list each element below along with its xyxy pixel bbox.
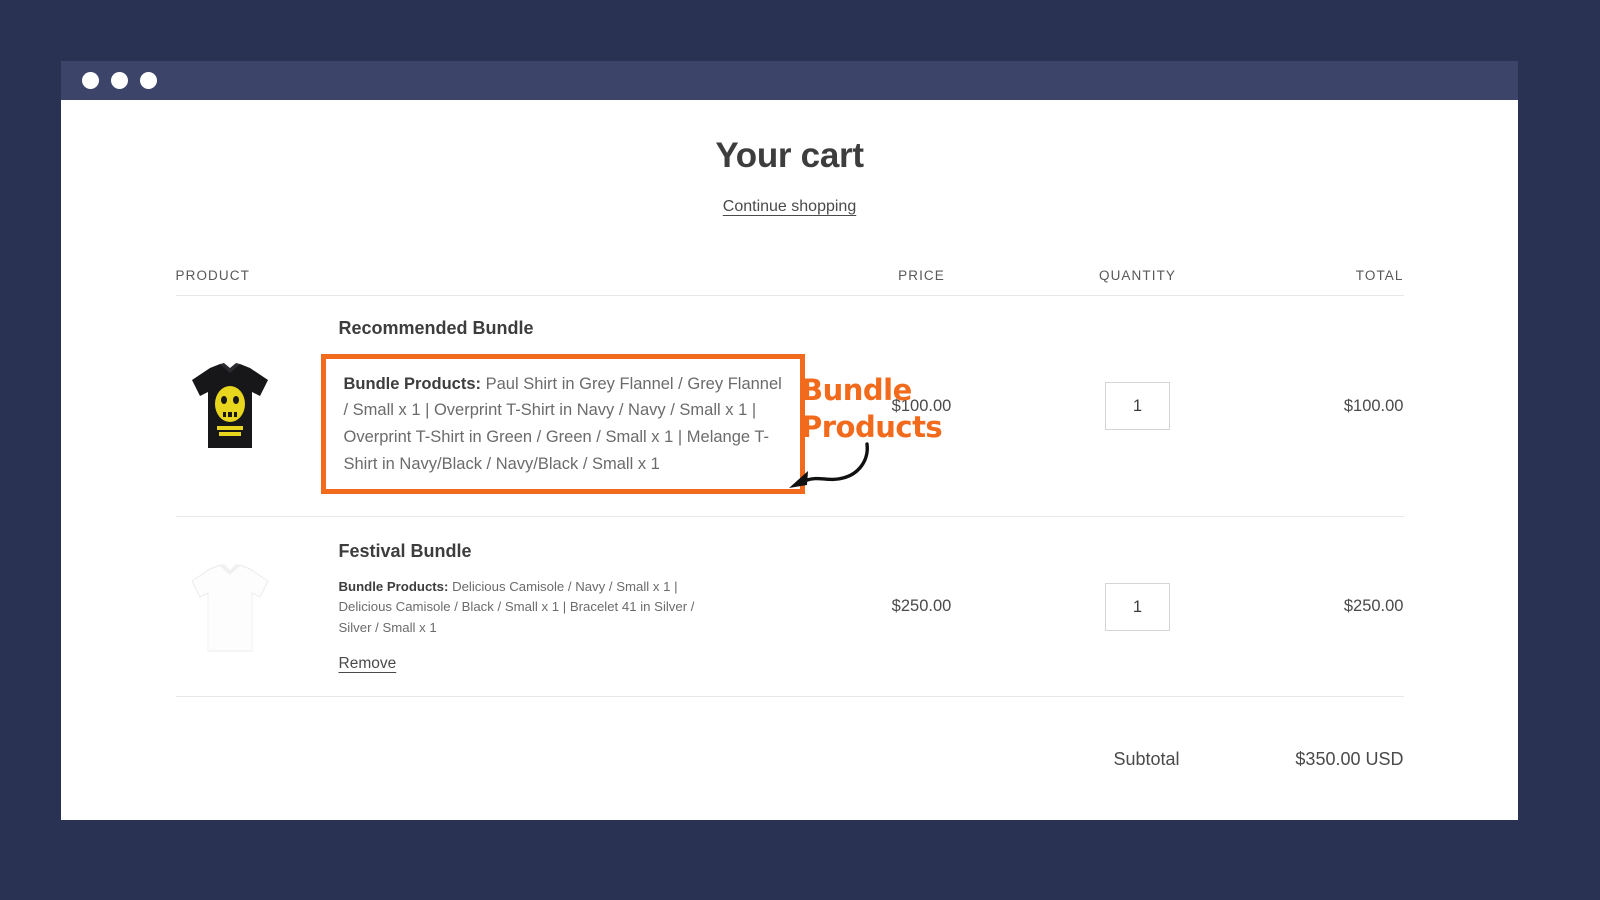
product-image-cell — [176, 553, 339, 661]
browser-title-bar — [61, 61, 1518, 100]
product-thumbnail-white-tshirt[interactable] — [176, 553, 284, 661]
bundle-products-label: Bundle Products: — [339, 579, 449, 594]
maximize-dot[interactable] — [140, 72, 157, 89]
quantity-input[interactable]: 1 — [1105, 583, 1170, 631]
product-line-total: $100.00 — [1248, 397, 1404, 416]
continue-shopping-wrap: Continue shopping — [61, 198, 1518, 216]
product-line-total: $250.00 — [1248, 597, 1404, 616]
column-header-price: PRICE — [816, 268, 1028, 283]
subtotal-value: $350.00 USD — [1248, 749, 1404, 770]
product-details-cell: Festival Bundle Bundle Products: Delicio… — [339, 541, 816, 673]
product-price: $250.00 — [816, 597, 1028, 616]
product-thumbnail-black-tshirt[interactable] — [176, 352, 284, 460]
product-quantity-cell: 1 — [1028, 382, 1248, 430]
cart-subtotal-row: Subtotal $350.00 USD — [176, 749, 1404, 770]
table-row: Recommended Bundle Bundle Products: Paul… — [176, 296, 1404, 517]
product-title[interactable]: Recommended Bundle — [339, 318, 816, 340]
cart-table-header: PRODUCT PRICE QUANTITY TOTAL — [176, 268, 1404, 296]
bundle-products-text: Bundle Products: Paul Shirt in Grey Flan… — [344, 371, 786, 478]
column-header-product: PRODUCT — [176, 268, 339, 283]
subtotal-label: Subtotal — [1113, 749, 1179, 770]
quantity-input[interactable]: 1 — [1105, 382, 1170, 430]
table-row: Festival Bundle Bundle Products: Delicio… — [176, 517, 1404, 697]
cart-page: Your cart Continue shopping PRODUCT PRIC… — [61, 100, 1518, 820]
page-title: Your cart — [61, 100, 1518, 176]
product-title[interactable]: Festival Bundle — [339, 541, 816, 563]
bundle-products-text: Bundle Products: Delicious Camisole / Na… — [339, 577, 709, 639]
product-price: $100.00 — [816, 397, 1028, 416]
product-details-cell: Recommended Bundle Bundle Products: Paul… — [339, 318, 816, 494]
bundle-products-highlight-box: Bundle Products: Paul Shirt in Grey Flan… — [321, 354, 805, 495]
browser-window: Your cart Continue shopping PRODUCT PRIC… — [61, 61, 1518, 820]
column-header-total: TOTAL — [1248, 268, 1404, 283]
bundle-products-label: Bundle Products: — [344, 375, 482, 393]
product-quantity-cell: 1 — [1028, 583, 1248, 631]
minimize-dot[interactable] — [111, 72, 128, 89]
remove-item-link[interactable]: Remove — [339, 655, 397, 673]
continue-shopping-link[interactable]: Continue shopping — [723, 198, 856, 215]
close-dot[interactable] — [82, 72, 99, 89]
column-header-quantity: QUANTITY — [1028, 268, 1248, 283]
cart-table: PRODUCT PRICE QUANTITY TOTAL — [176, 268, 1404, 770]
product-image-cell — [176, 352, 339, 460]
